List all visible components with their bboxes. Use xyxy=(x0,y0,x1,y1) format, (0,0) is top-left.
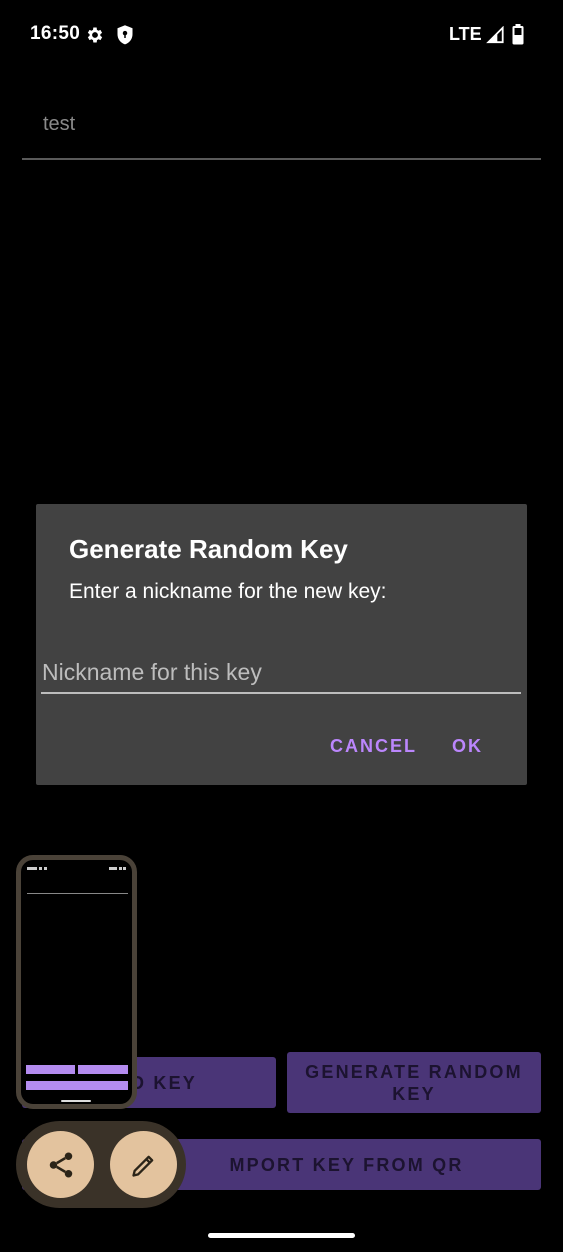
status-bar: 16:50 LTE xyxy=(0,0,563,68)
generate-random-key-label: GENERATE RANDOM KEY xyxy=(305,1061,523,1104)
ok-button[interactable]: OK xyxy=(452,736,483,757)
shield-icon xyxy=(117,25,133,45)
dialog-title: Generate Random Key xyxy=(69,534,348,564)
home-indicator[interactable] xyxy=(208,1233,355,1238)
gear-icon xyxy=(87,27,103,43)
generate-random-key-button[interactable]: GENERATE RANDOM KEY xyxy=(287,1052,541,1113)
import-key-from-qr-label: MPORT KEY FROM QR xyxy=(229,1154,464,1175)
thumbnail-home-indicator xyxy=(61,1100,91,1102)
thumbnail-add-button xyxy=(26,1065,75,1074)
generate-key-dialog: Generate Random Key Enter a nickname for… xyxy=(36,504,527,785)
screenshot-actions xyxy=(16,1121,186,1208)
nickname-placeholder: Nickname for this key xyxy=(42,659,262,685)
edit-button[interactable] xyxy=(110,1131,177,1198)
share-icon xyxy=(49,1152,72,1177)
nickname-input[interactable]: Nickname for this key xyxy=(41,654,521,694)
key-text-value: test xyxy=(43,113,76,135)
cancel-button[interactable]: CANCEL xyxy=(330,736,417,757)
battery-icon xyxy=(512,24,524,45)
app-screen: 16:50 LTE test D KEY GENERATE RANDOM KEY… xyxy=(0,0,563,1252)
key-text-field[interactable]: test xyxy=(22,96,541,160)
network-type: LTE xyxy=(449,24,482,44)
thumbnail-field xyxy=(27,893,128,894)
thumbnail-status-bar xyxy=(27,867,126,870)
thumbnail-generate-button xyxy=(78,1065,128,1074)
screenshot-thumbnail[interactable] xyxy=(16,855,137,1109)
status-time: 16:50 xyxy=(30,23,81,44)
signal-icon xyxy=(486,26,504,44)
share-button[interactable] xyxy=(27,1131,94,1198)
pencil-icon xyxy=(131,1155,153,1177)
dialog-message: Enter a nickname for the new key: xyxy=(69,580,387,603)
add-key-label: D KEY xyxy=(130,1072,197,1093)
thumbnail-import-button xyxy=(26,1081,128,1090)
